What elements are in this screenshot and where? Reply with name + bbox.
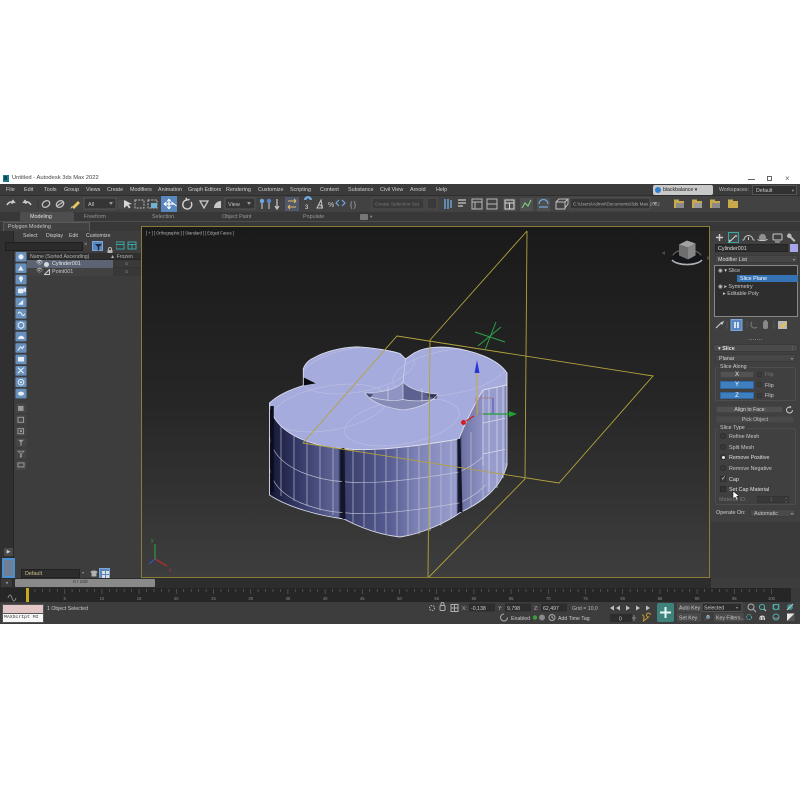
svg-text:Set Key: Set Key	[679, 616, 698, 622]
svg-text:95: 95	[732, 596, 737, 601]
svg-text:3: 3	[305, 205, 309, 211]
svg-text:▾: ▾	[736, 605, 738, 610]
svg-text:Selected: Selected	[704, 606, 724, 612]
svg-text:50: 50	[397, 596, 402, 601]
svg-text:Z:: Z:	[534, 606, 539, 612]
svg-text:5: 5	[64, 596, 67, 601]
svg-text:Y:: Y:	[498, 606, 503, 612]
svg-text:62,497: 62,497	[543, 606, 559, 612]
svg-text:90: 90	[695, 596, 700, 601]
svg-text:C:\Users\Admin\Documents\3ds M: C:\Users\Admin\Documents\3ds Max 2022	[573, 202, 660, 207]
svg-text:Create Selection Set: Create Selection Set	[375, 202, 420, 208]
svg-text:60: 60	[472, 596, 477, 601]
svg-text:{ }: { }	[350, 202, 357, 209]
svg-text:75: 75	[583, 596, 588, 601]
svg-text:Add Time Tag: Add Time Tag	[558, 616, 590, 622]
svg-text:X:: X:	[462, 606, 467, 612]
svg-text:🔎: 🔎	[704, 614, 711, 622]
svg-text:[ + ] [ Orthographic ] [ Stand: [ + ] [ Orthographic ] [ Standard ] [ Ed…	[146, 231, 234, 236]
svg-text:100: 100	[768, 596, 776, 601]
svg-text:25: 25	[211, 596, 216, 601]
svg-text:View: View	[228, 202, 240, 208]
svg-text:10: 10	[100, 596, 105, 601]
svg-text:65: 65	[509, 596, 514, 601]
svg-text:Auto Key: Auto Key	[679, 606, 700, 612]
svg-text:0: 0	[619, 617, 622, 623]
svg-text:-0,138: -0,138	[471, 606, 486, 612]
svg-text:15: 15	[137, 596, 142, 601]
svg-text:Key Filters...: Key Filters...	[716, 616, 745, 622]
svg-text:Grid = 10,0: Grid = 10,0	[572, 606, 598, 612]
svg-text:35: 35	[286, 596, 291, 601]
svg-text:80: 80	[620, 596, 625, 601]
svg-text:20: 20	[174, 596, 179, 601]
svg-text:Enabled: Enabled	[511, 616, 530, 622]
svg-text:40: 40	[323, 596, 328, 601]
svg-text:45: 45	[360, 596, 365, 601]
svg-text:85: 85	[658, 596, 663, 601]
svg-text:30: 30	[248, 596, 253, 601]
svg-text:9,798: 9,798	[507, 606, 520, 612]
svg-text:All: All	[88, 202, 94, 208]
svg-text:55: 55	[434, 596, 439, 601]
svg-text:%: %	[328, 202, 334, 209]
svg-text:70: 70	[546, 596, 551, 601]
